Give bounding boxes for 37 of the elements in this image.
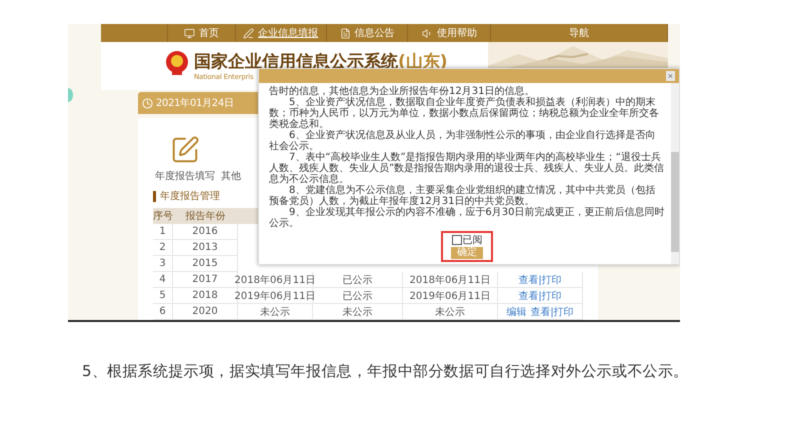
tile-label[interactable]: 其他 xyxy=(221,169,241,183)
table-cell: 未公示 xyxy=(238,304,313,320)
table-cell: 已公示 xyxy=(313,288,403,304)
table-cell: 1 xyxy=(153,224,173,240)
table-cell: 4 xyxy=(153,272,173,288)
notice-paragraph: 告时的信息，其他信息为企业所报告年份12月31日的信息。 xyxy=(269,86,534,97)
notice-paragraph: 8、党建信息为不公示信息，主要采集企业党组织的建立情况，其中中共党员（包括预备党员）人数，为截止年报年度12月31日的中共党员数。 xyxy=(269,185,656,207)
table-cell: 5 xyxy=(153,288,173,304)
read-checkbox[interactable]: 已阅 xyxy=(452,233,482,247)
action-link[interactable]: 查看|打印 xyxy=(518,272,562,286)
column-header: 报告年份 xyxy=(173,208,238,224)
table-cell: 已公示 xyxy=(313,272,403,288)
notice-paragraph: 5、企业资产状况信息，数据取自企业年度资产负债表和损益表（利润表）中的期末数；币种为人民币，以万元为单位，数据小数点后保留两位；纳税总额为企业全年所交各类税金总和。 xyxy=(269,97,660,130)
table-cell: 2015 xyxy=(173,256,238,272)
table-cell: 未公示 xyxy=(403,304,498,320)
article-paragraph: 5、根据系统提示项，据实填写年报信息，年报中部分数据可自行选择对外公示或不公示。 xyxy=(81,361,690,382)
table-cell: 2 xyxy=(153,240,173,256)
table-cell: 2018年06月11日 xyxy=(403,272,498,288)
table-cell: 2019年06月11日 xyxy=(403,288,498,304)
date-text: 2021年01月24日 xyxy=(156,97,234,110)
close-button[interactable]: × xyxy=(666,71,675,81)
notice-paragraph: 9、企业发现其年报公示的内容不准确，应于6月30日前完成更正，更正前后信息同时公示。 xyxy=(269,207,665,229)
action-link[interactable]: 查看|打印 xyxy=(530,304,574,318)
notice-paragraph: 7、表中“高校毕业生人数”是指报告期内录用的毕业两年内的高校毕业生；“退役士兵人数、残疾人数、失业人员”数是指报告期内录用的退役士兵、残疾人、失业人员。此类信息为不公示信息。 xyxy=(269,152,665,185)
table-cell: 2020 xyxy=(173,304,238,320)
action-link[interactable]: 编辑 xyxy=(506,304,526,318)
section-title: 年度报告管理 xyxy=(160,190,220,203)
table-cell: 3 xyxy=(153,256,173,272)
table-cell: 未公示 xyxy=(313,304,403,320)
tile-label[interactable]: 年度报告填写 xyxy=(155,169,215,183)
table-cell: 2016 xyxy=(173,224,238,240)
confirm-button[interactable]: 确定 xyxy=(451,247,483,259)
notice-paragraph: 6、企业资产状况信息及从业人员，为非强制性公示的事项，由企业自行选择是否向社会公示。 xyxy=(269,130,656,152)
table-cell: 6 xyxy=(153,304,173,320)
table-cell: 2013 xyxy=(173,240,238,256)
action-link[interactable]: 查看|打印 xyxy=(518,288,562,302)
column-header: 序号 xyxy=(153,208,173,224)
